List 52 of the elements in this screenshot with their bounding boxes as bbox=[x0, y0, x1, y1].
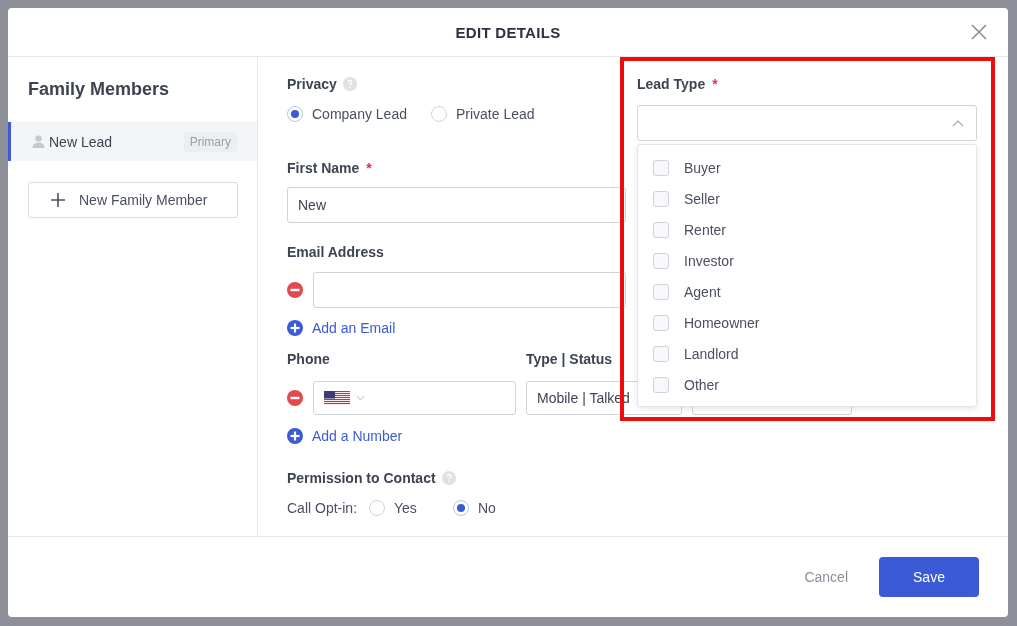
checkbox[interactable] bbox=[653, 283, 669, 300]
phone-field[interactable] bbox=[313, 381, 516, 415]
us-flag-icon bbox=[324, 391, 350, 405]
primary-badge: Primary bbox=[183, 131, 237, 152]
lead-type-option[interactable]: Agent bbox=[638, 276, 976, 307]
checkbox[interactable] bbox=[653, 345, 669, 362]
first-name-label: First Name * bbox=[287, 159, 373, 177]
radio-option[interactable]: No bbox=[452, 500, 496, 516]
person-icon bbox=[32, 135, 45, 148]
family-member-item[interactable]: New Lead Primary bbox=[8, 122, 257, 161]
dialog-title: EDIT DETAILS bbox=[455, 23, 561, 41]
radio-option[interactable]: Yes bbox=[369, 500, 417, 516]
permission-label: Permission to Contact bbox=[287, 469, 978, 487]
sidebar-title: Family Members bbox=[27, 78, 171, 100]
save-button[interactable]: Save bbox=[879, 557, 979, 597]
email-field[interactable] bbox=[313, 272, 626, 308]
checkbox[interactable] bbox=[653, 252, 669, 269]
checkbox[interactable] bbox=[653, 376, 669, 393]
plus-icon bbox=[51, 193, 65, 207]
lead-type-select[interactable] bbox=[637, 105, 977, 141]
lead-type-option[interactable]: Seller bbox=[638, 183, 976, 214]
radio-option[interactable]: Private Lead bbox=[430, 106, 535, 122]
lead-type-option[interactable]: Renter bbox=[638, 214, 976, 245]
call-opt-in-label: Call Opt-in: bbox=[287, 500, 358, 516]
member-name: New Lead bbox=[49, 133, 114, 150]
checkbox[interactable] bbox=[653, 190, 669, 207]
lead-type-option[interactable]: Buyer bbox=[638, 152, 976, 183]
remove-icon[interactable] bbox=[287, 390, 303, 406]
email-label: Email Address bbox=[287, 243, 385, 261]
add-number-link[interactable]: Add a Number bbox=[287, 427, 978, 445]
add-icon bbox=[287, 428, 303, 444]
first-name-field[interactable]: New bbox=[287, 187, 626, 223]
help-icon[interactable] bbox=[441, 471, 456, 485]
lead-type-option[interactable]: Investor bbox=[638, 245, 976, 276]
checkbox[interactable] bbox=[653, 221, 669, 238]
close-icon[interactable] bbox=[970, 23, 988, 41]
add-icon bbox=[287, 320, 303, 336]
lead-type-option[interactable]: Homeowner bbox=[638, 307, 976, 338]
lead-type-label: Lead Type * bbox=[637, 75, 719, 93]
lead-type-option[interactable]: Landlord bbox=[638, 338, 976, 369]
add-email-link[interactable]: Add an Email bbox=[287, 319, 626, 337]
new-family-member-button[interactable]: New Family Member bbox=[28, 182, 238, 218]
remove-icon[interactable] bbox=[287, 282, 303, 298]
chevron-down-icon bbox=[356, 395, 365, 401]
checkbox[interactable] bbox=[653, 159, 669, 176]
type-status-label: Type | Status bbox=[526, 350, 613, 368]
privacy-label: Privacy bbox=[287, 75, 626, 93]
checkbox[interactable] bbox=[653, 314, 669, 331]
caret-icon bbox=[952, 119, 964, 127]
radio-option[interactable]: Company Lead bbox=[287, 106, 407, 122]
help-icon[interactable] bbox=[342, 77, 357, 91]
phone-label: Phone bbox=[287, 350, 331, 368]
